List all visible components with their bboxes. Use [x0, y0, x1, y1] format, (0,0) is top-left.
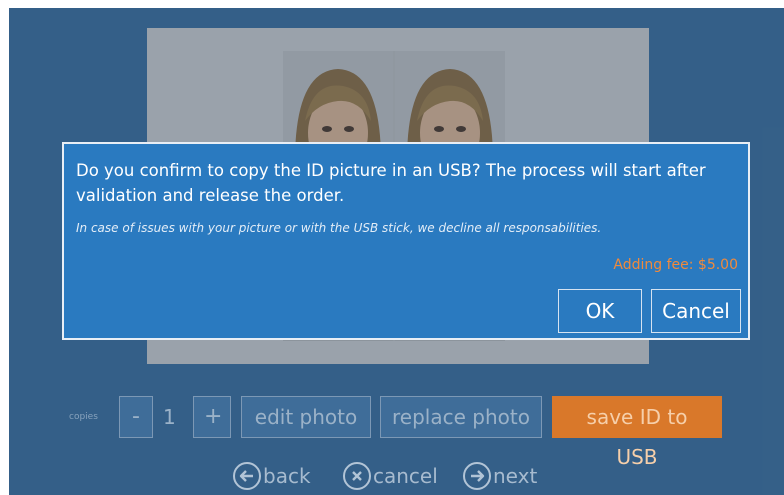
decrease-copies-button[interactable]: -: [119, 396, 153, 438]
x-circle-icon: [343, 462, 371, 490]
app-screen: copies - 1 + edit photo replace photo sa…: [9, 8, 784, 495]
cancel-label: cancel: [373, 464, 438, 488]
usb-confirm-dialog: Do you confirm to copy the ID picture in…: [62, 142, 750, 340]
back-label: back: [263, 464, 311, 488]
arrow-left-circle-icon: [233, 462, 261, 490]
next-label: next: [493, 464, 538, 488]
photo-controls: copies - 1 + edit photo replace photo sa…: [9, 396, 784, 469]
cancel-button[interactable]: Cancel: [651, 289, 741, 333]
increase-copies-button[interactable]: +: [193, 396, 231, 438]
dialog-disclaimer: In case of issues with your picture or w…: [76, 221, 602, 235]
dialog-message: Do you confirm to copy the ID picture in…: [76, 161, 706, 205]
arrow-right-circle-icon: [463, 462, 491, 490]
cancel-nav-button[interactable]: cancel: [343, 459, 438, 493]
fee-label: Adding fee: $5.00: [613, 257, 738, 273]
navigation-bar: back cancel next: [233, 459, 593, 493]
back-button[interactable]: back: [233, 459, 311, 493]
save-id-to-usb-button[interactable]: save ID to USB: [552, 396, 722, 469]
edit-photo-button[interactable]: edit photo: [241, 396, 371, 438]
copies-label: copies: [69, 412, 98, 422]
ok-button[interactable]: OK: [558, 289, 642, 333]
copies-value: 1: [163, 405, 176, 429]
next-button[interactable]: next: [463, 459, 537, 493]
replace-photo-button[interactable]: replace photo: [380, 396, 542, 438]
